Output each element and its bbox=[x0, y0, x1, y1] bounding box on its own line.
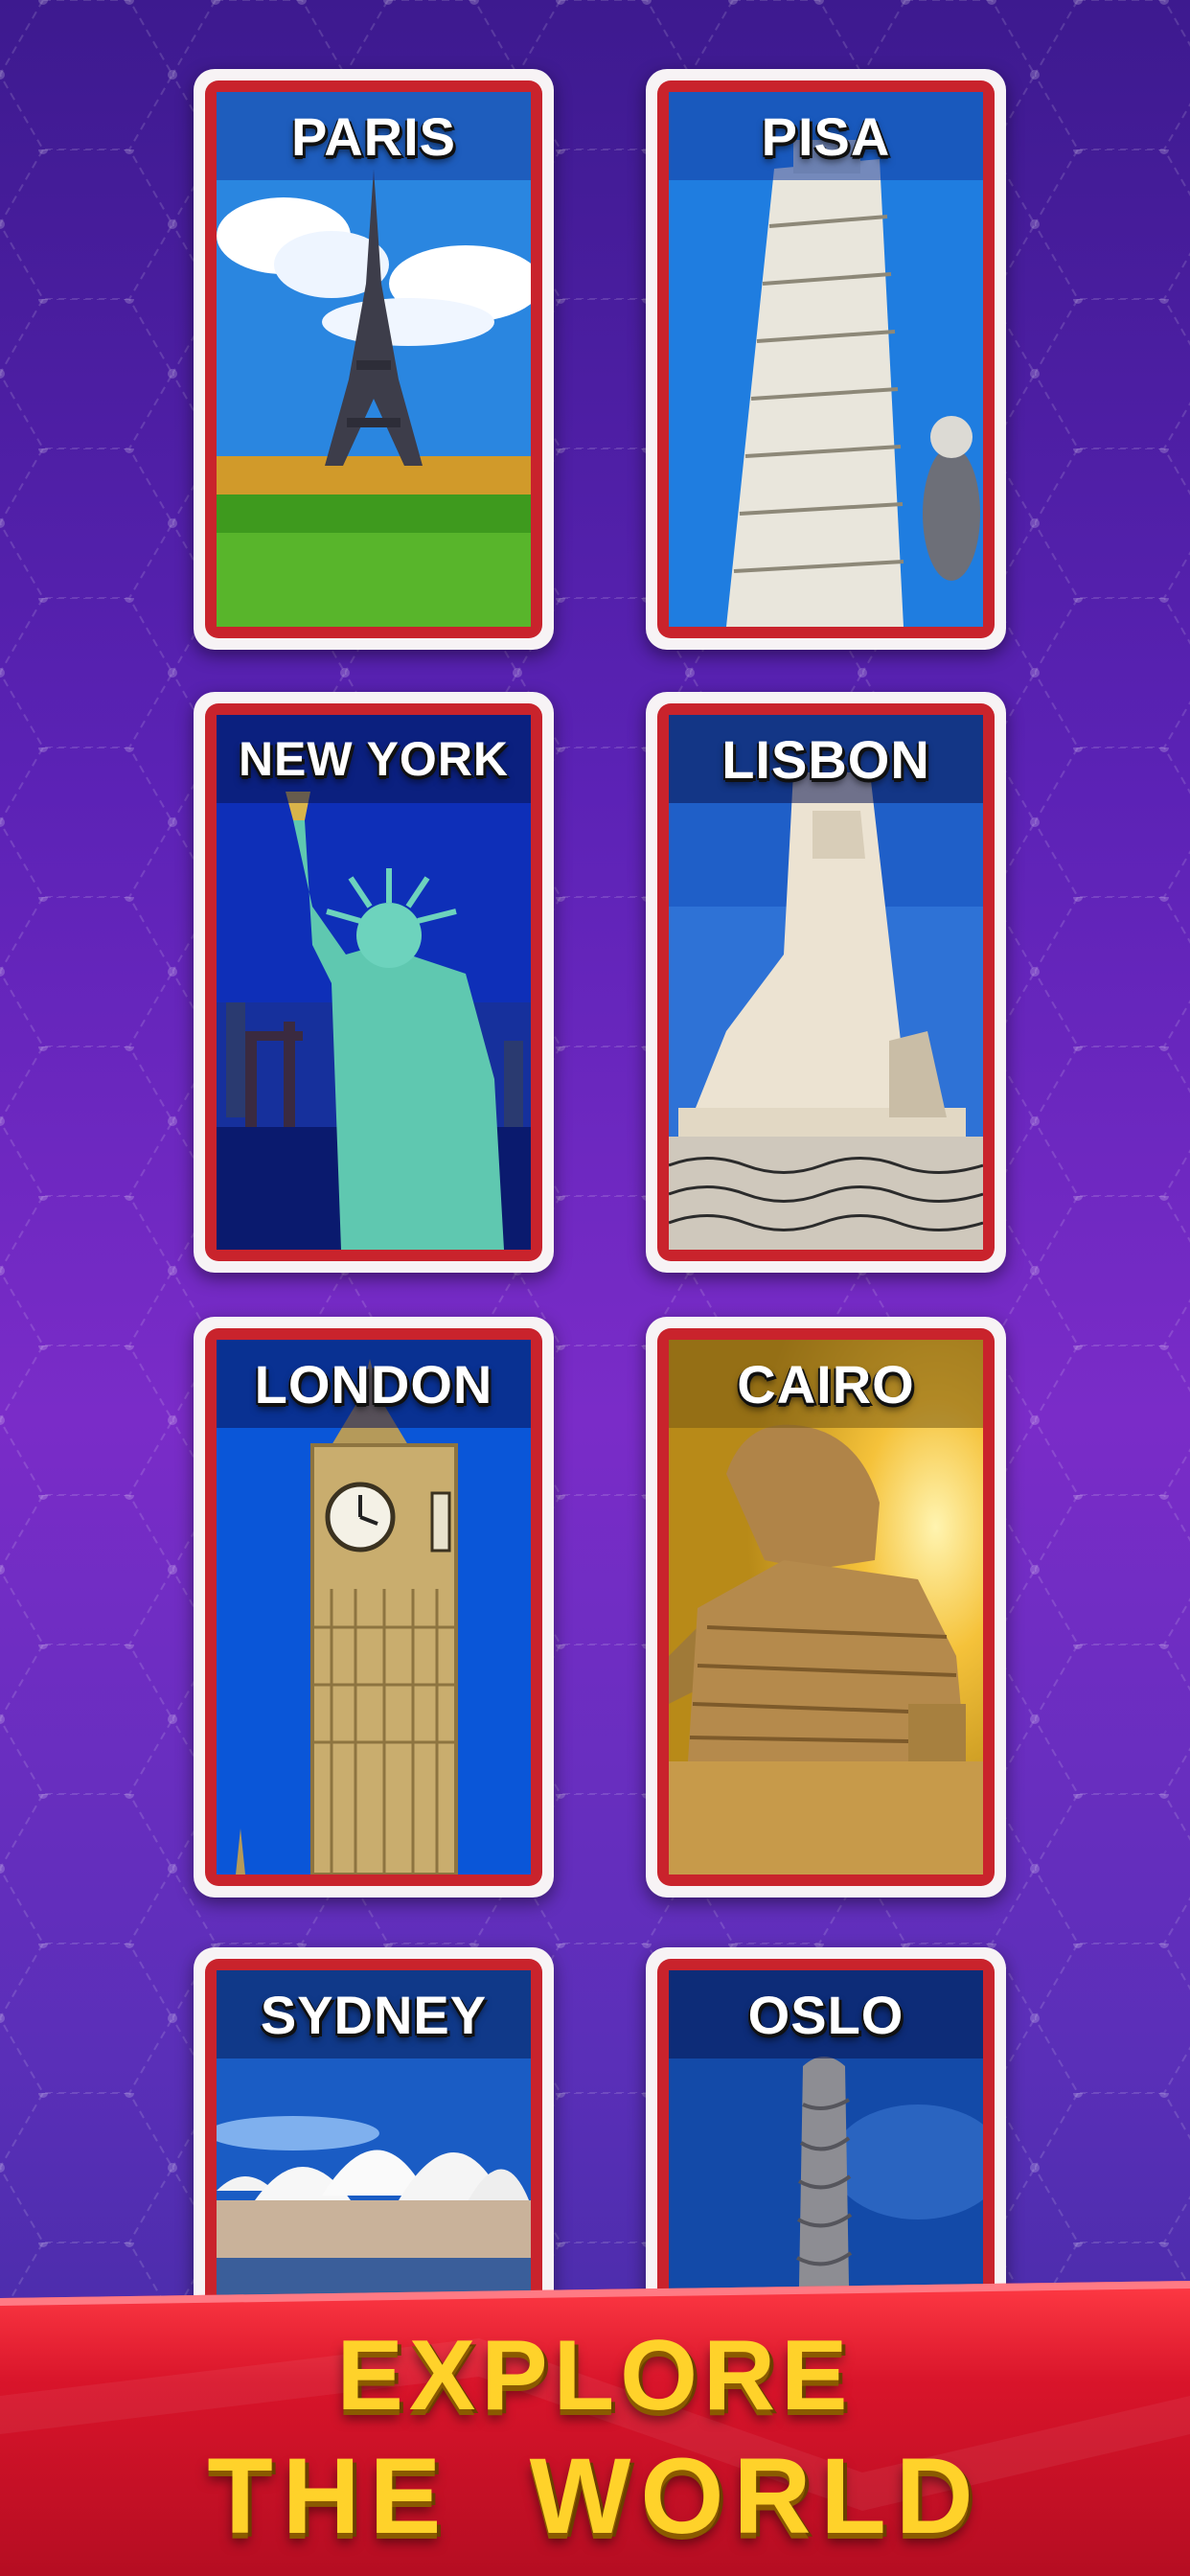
banner-line-explore: EXPLORE bbox=[336, 2320, 854, 2431]
banner-line-the-world: THE WORLD bbox=[207, 2436, 983, 2556]
card-title-cairo: CAIRO bbox=[737, 1353, 915, 1414]
pisa-photo: PISA bbox=[669, 92, 983, 627]
lisbon-photo: LISBON bbox=[669, 715, 983, 1250]
card-frame: NEW YORK bbox=[205, 703, 542, 1261]
card-title-band: PARIS bbox=[217, 92, 531, 180]
city-card-london[interactable]: LONDON bbox=[194, 1317, 554, 1898]
card-title-paris: PARIS bbox=[291, 105, 456, 167]
card-title-band: NEW YORK bbox=[217, 715, 531, 803]
card-title-oslo: OSLO bbox=[747, 1984, 904, 2045]
hex-pattern-background bbox=[0, 0, 1190, 2576]
card-title-band: OSLO bbox=[669, 1970, 983, 2058]
card-frame: LONDON bbox=[205, 1328, 542, 1886]
city-card-pisa[interactable]: PISA bbox=[646, 69, 1006, 650]
card-title-sydney: SYDNEY bbox=[260, 1984, 488, 2045]
london-photo: LONDON bbox=[217, 1340, 531, 1874]
new-york-photo: NEW YORK bbox=[217, 715, 531, 1250]
city-card-lisbon[interactable]: LISBON bbox=[646, 692, 1006, 1273]
card-title-band: PISA bbox=[669, 92, 983, 180]
card-title-pisa: PISA bbox=[761, 105, 891, 167]
card-title-new-york: NEW YORK bbox=[238, 732, 510, 786]
card-title-band: LISBON bbox=[669, 715, 983, 803]
card-frame: PARIS bbox=[205, 80, 542, 638]
card-frame: PISA bbox=[657, 80, 995, 638]
cairo-photo: CAIRO bbox=[669, 1340, 983, 1874]
card-frame: CAIRO bbox=[657, 1328, 995, 1886]
card-title-band: CAIRO bbox=[669, 1340, 983, 1428]
card-frame: LISBON bbox=[657, 703, 995, 1261]
city-card-paris[interactable]: PARIS bbox=[194, 69, 554, 650]
card-title-lisbon: LISBON bbox=[721, 728, 930, 790]
city-card-new-york[interactable]: NEW YORK bbox=[194, 692, 554, 1273]
card-title-london: LONDON bbox=[254, 1353, 493, 1414]
explore-banner: EXPLORE THE WORLD bbox=[0, 2281, 1190, 2576]
city-card-cairo[interactable]: CAIRO bbox=[646, 1317, 1006, 1898]
card-title-band: LONDON bbox=[217, 1340, 531, 1428]
card-title-band: SYDNEY bbox=[217, 1970, 531, 2058]
paris-photo: PARIS bbox=[217, 92, 531, 627]
